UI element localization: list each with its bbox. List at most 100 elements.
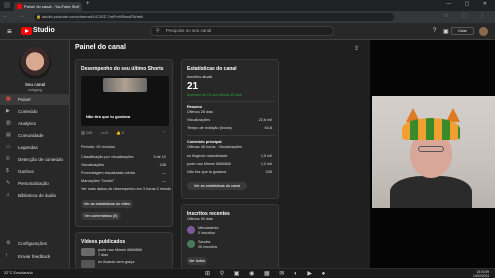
help-icon[interactable]: ? [433,28,436,34]
feedback-icon: ! [6,253,8,259]
content-icon: ▶ [6,108,10,114]
url-text: studio.youtube.com/channel/UC2SZ-7mFmV8h… [42,14,144,19]
row-label[interactable]: eu fingindo naturalidade [187,154,228,158]
weather-widget[interactable]: 32°C Ensolarado [4,271,33,275]
community-icon: ▤ [6,132,11,138]
row-value: — [162,171,166,175]
row-value: 3 de 10 [153,155,166,159]
row-value: 64,8 [264,126,272,130]
youtube-favicon-icon [17,4,22,9]
main-content: Painel do canal ⇪ ((·)) ✎ Desempenho do … [70,40,370,268]
view-all-button[interactable]: Ver todos [187,257,207,265]
divider [187,101,275,102]
subscriber-meta: 26 inscritos [198,245,218,249]
recent-subscribers-card: Inscritos recentes Últimos 90 dias Menda… [181,204,279,268]
comments-count: 5 [105,131,108,135]
video-title[interactable]: pode nao Mimmi 6666666 [98,248,142,252]
row-value: 245 [265,170,272,174]
video-title[interactable]: eu ficando sem graça [98,260,134,264]
sidebar-item-community[interactable]: ▤ Comunidade [0,130,70,141]
sidebar-item-earn[interactable]: $ Ganhos [0,166,70,177]
lock-icon: 🔒 [36,14,41,19]
video-thumbnail[interactable] [81,248,95,256]
sidebar-item-settings[interactable]: ⚙ Configurações [0,238,70,249]
taskbar-clock[interactable]: 15:00:59 10/02/2024 [473,270,489,278]
extensions-icons[interactable]: ☆ ⬚ ⋮ [444,13,491,19]
subscriber-name[interactable]: Mendawmtn [198,226,219,230]
webcam-overlay [372,96,495,208]
create-button[interactable]: Criar [451,27,474,35]
row-label: Visualizações [187,118,211,122]
channel-title: Seu canal [24,82,45,87]
row-label[interactable]: Não tira que tu gostava [187,170,226,174]
dashboard-icon: ▦ [6,96,11,102]
row-label: Visualizações [81,163,105,167]
window-controls[interactable]: — ▢ ✕ [446,1,493,7]
sidebar-item-analytics[interactable]: ▥ Analytics [0,118,70,129]
chevron-up-icon[interactable]: ⌃ [162,130,165,135]
webcam-glasses [418,146,444,152]
channel-analytics-button[interactable]: Ver as estatísticas do canal [187,182,247,190]
channel-avatar[interactable] [19,47,51,79]
likes-stat: 👍 0 [116,131,124,135]
title-action-icons[interactable]: ⇪ ((·)) ✎ [354,45,370,52]
sidebar-item-audio-library[interactable]: ♫ Biblioteca de áudio [0,190,70,201]
sidebar-item-label: Analytics [18,121,37,126]
sidebar-item-dashboard[interactable]: ▦ Painel [0,94,70,105]
sidebar: Seu canal hubgang ▦ Painel ▶ Conteúdo ▥ … [0,40,70,268]
menu-icon[interactable]: ≡ [7,27,12,36]
browser-toolbar: ← → ⟳ 🔒 studio.youtube.com/channel/UC2SZ… [0,11,495,23]
new-tab-icon[interactable]: + [86,1,90,7]
row-value: 1,5 mil [260,154,272,158]
studio-logo-text: Studio [33,27,55,34]
performance-note: Ver mais dados de desempenho em 3 horas … [81,187,171,191]
webcam-hat [402,118,460,140]
tab-title: Painel do canal - YouTube Stu [24,4,78,9]
avatar[interactable] [187,226,195,234]
sidebar-item-label: Legendas [18,145,38,150]
search-placeholder: Pesquise no seu canal [166,28,212,33]
browser-tab[interactable]: Painel do canal - YouTube Stu ✕ [14,2,82,11]
close-tab-icon[interactable]: ✕ [77,2,80,11]
sidebar-item-label: Biblioteca de áudio [18,193,57,198]
video-title: Não tira que tu gostava [86,114,131,119]
sidebar-item-label: Detecção de conteúdo [18,157,64,162]
subscriber-name[interactable]: Sandra [198,240,210,244]
webcam-shirt [390,176,472,208]
subscribers-label: Inscritos atuais [187,75,213,79]
row-label: Marcações "Gostei" [81,179,115,183]
sidebar-item-copyright[interactable]: © Detecção de conteúdo [0,154,70,165]
search-input[interactable]: ⚲ Pesquise no seu canal [150,26,334,36]
analytics-icon: ▥ [6,120,11,126]
recent-period: Últimos 90 dias [187,217,213,221]
create-label: Criar [458,28,467,33]
sidebar-item-label: Ganhos [18,169,34,174]
divider [187,135,275,136]
notifications-icon[interactable]: ▣ [443,28,449,35]
taskbar-app-icons[interactable]: ⊞ ⚲ ▣ ◉ ▦ ✉ ◐ ▶ ● [205,270,329,277]
card-title: Desempenho do seu último Shorts [81,66,164,72]
sidebar-item-content[interactable]: ▶ Conteúdo [0,106,70,117]
sidebar-item-label: Conteúdo [18,109,38,114]
views-stat: ▥ 245 [81,131,92,135]
card-title: Estatísticas do canal [187,66,237,72]
youtube-logo-icon[interactable] [21,27,32,35]
row-label[interactable]: pode nao Mimmi 6666666 [187,162,231,166]
tab-menu-icon[interactable] [4,2,10,8]
sidebar-item-customization[interactable]: ✎ Personalização [0,178,70,189]
subscriber-meta: 0 inscritos [198,231,216,235]
search-icon: ⚲ [156,28,160,34]
video-thumbnail[interactable]: Não tira que tu gostava [81,76,169,126]
sidebar-item-label: Personalização [18,181,49,186]
view-comments-button[interactable]: Ver comentários (0) [81,212,121,220]
video-analytics-button[interactable]: Ver as estatísticas do vídeo [81,200,133,208]
account-avatar[interactable] [479,27,488,36]
likes-count: 0 [121,131,124,135]
summary-title: Resumo [187,105,202,109]
sidebar-item-feedback[interactable]: ! Enviar feedback [0,251,70,262]
avatar[interactable] [187,240,195,248]
row-value: 1,2 mil [260,162,272,166]
video-thumbnail[interactable] [81,260,95,268]
sidebar-item-subtitles[interactable]: ▭ Legendas [0,142,70,153]
address-bar[interactable]: 🔒 studio.youtube.com/channel/UC2SZ-7mFmV… [34,13,394,21]
